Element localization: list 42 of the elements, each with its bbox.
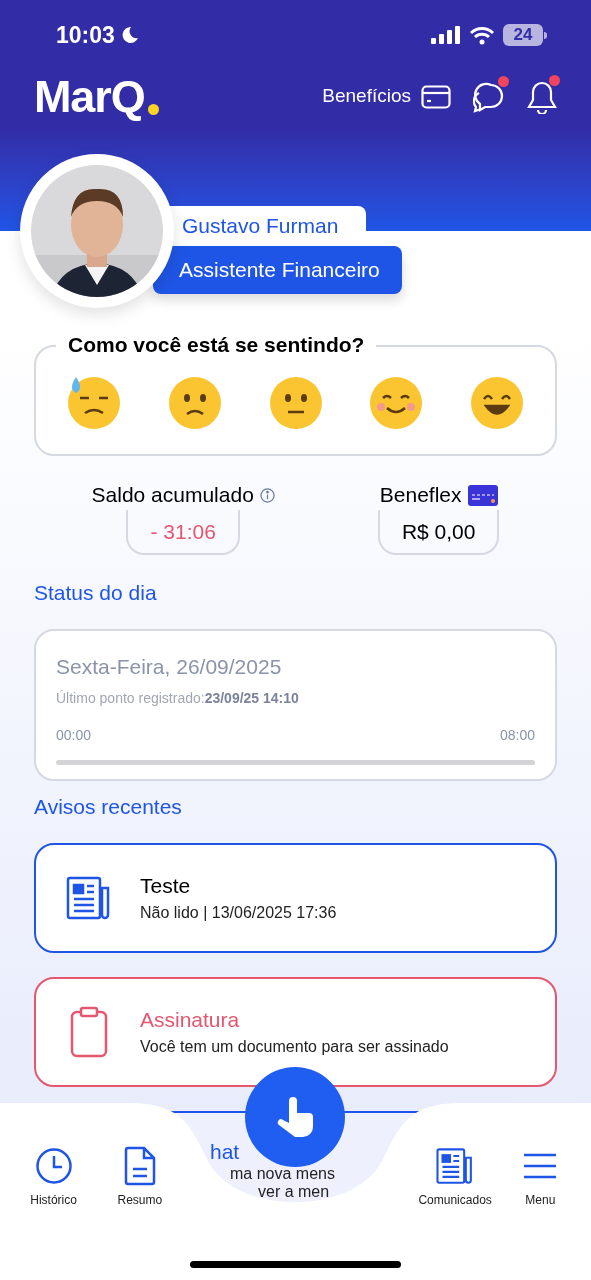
card-icon xyxy=(467,484,498,506)
info-icon[interactable] xyxy=(259,487,275,503)
balance-label: Saldo acumulado xyxy=(91,482,254,509)
card-icon xyxy=(421,84,451,109)
mood-face-icon[interactable] xyxy=(368,374,425,431)
profile-role: Assistente Financeiro xyxy=(153,246,402,294)
menu-icon xyxy=(523,1152,558,1180)
start-time: 00:00 xyxy=(56,726,92,745)
mood-face-icon[interactable] xyxy=(66,374,122,431)
notice-title: Teste xyxy=(140,872,192,899)
notice-title: hat xyxy=(210,1138,240,1165)
mood-face-icon[interactable] xyxy=(267,374,324,431)
balance-value: R$ 0,00 xyxy=(377,510,500,555)
chat-icon xyxy=(473,80,505,113)
status-time: 10:03 xyxy=(56,20,115,50)
mood-face-icon[interactable] xyxy=(469,374,525,431)
nav-tab[interactable]: Comunicados xyxy=(404,1145,506,1209)
status-date: Sexta-Feira, 26/09/2025 xyxy=(56,653,283,680)
clipboard-icon xyxy=(69,1005,109,1058)
section-title: Status do dia xyxy=(34,580,158,606)
balance-value: - 31:06 xyxy=(126,510,240,555)
notice-card[interactable]: Assinatura Você tem um documento para ser assinado xyxy=(34,976,557,1087)
bell-icon xyxy=(527,79,557,114)
pointing-hand-icon xyxy=(275,1095,315,1139)
document-icon xyxy=(123,1146,156,1186)
moon-icon xyxy=(120,26,139,44)
clock-icon xyxy=(34,1147,73,1185)
mood-face-icon[interactable] xyxy=(166,374,223,431)
last-punch-text: Último ponto registrado:23/09/25 14:10 xyxy=(56,689,300,708)
notice-text: ver a men xyxy=(258,1182,330,1201)
signal-icon xyxy=(431,26,461,44)
notice-text: Não lido | 13/06/2025 17:36 xyxy=(140,903,337,924)
notice-card[interactable]: Teste Não lido | 13/06/2025 17:36 xyxy=(34,842,557,953)
balance-label: Beneflex xyxy=(379,482,462,509)
notice-text: Você tem um documento para ser assinado xyxy=(140,1037,449,1058)
end-time: 08:00 xyxy=(499,726,535,745)
section-title: Avisos recentes xyxy=(34,794,183,820)
notice-text: ma nova mens xyxy=(230,1164,335,1183)
notice-title: Assinatura xyxy=(140,1006,241,1033)
wifi-icon xyxy=(469,25,495,45)
benefits-button[interactable]: Benefícios xyxy=(322,82,451,111)
app-logo: MarQ xyxy=(34,74,145,119)
